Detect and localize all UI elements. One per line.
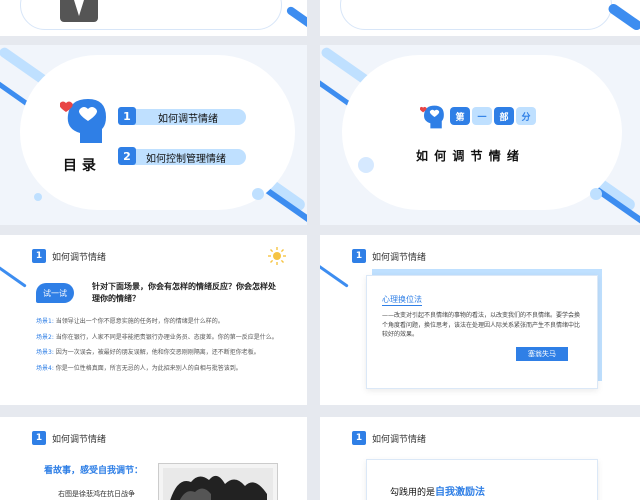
decor-stripe bbox=[0, 262, 27, 288]
part-badge-char: 第 bbox=[450, 107, 470, 125]
slide-top-left[interactable] bbox=[0, 0, 307, 36]
slide-header: 1 如何调节情绪 bbox=[32, 431, 106, 445]
part-badge-char: 分 bbox=[516, 107, 536, 125]
toc-item-2[interactable]: 2 如何控制管理情绪 bbox=[118, 147, 246, 167]
psych-body: ——改变对引起不良情绪的事物的看法，以改变我们的不良情绪。要学会换个角度看问题，… bbox=[382, 312, 581, 339]
header-label: 如何调节情绪 bbox=[372, 434, 427, 445]
decor-dot bbox=[34, 193, 42, 201]
psych-tag: 塞翁失马 bbox=[516, 347, 568, 361]
toc-item-1[interactable]: 1 如何调节情绪 bbox=[118, 107, 246, 127]
story-text: 右图是徐悲鸿在抗日战争 bbox=[58, 490, 135, 498]
sun-icon bbox=[268, 247, 286, 265]
slide-top-right-frame bbox=[340, 0, 612, 30]
slide-header: 1 如何调节情绪 bbox=[352, 249, 426, 263]
incentive-highlight: 自我激励法 bbox=[435, 487, 486, 498]
head-heart-icon bbox=[419, 103, 448, 131]
decor-dot bbox=[358, 157, 374, 173]
header-label: 如何调节情绪 bbox=[52, 252, 107, 263]
decor-dot bbox=[252, 188, 264, 200]
psych-subtitle: 心理换位法 bbox=[382, 295, 422, 306]
toc-title: 目 录 bbox=[63, 158, 96, 174]
decor-stripe bbox=[285, 5, 307, 35]
part-title: 如 何 调 节 情 绪 bbox=[416, 149, 520, 163]
decor-stripe bbox=[606, 2, 640, 32]
scenario-question: 针对下面场景，你会有怎样的情绪反应？你会怎样处理你的情绪？ bbox=[92, 282, 276, 303]
scene-item: 场景2: 当你在银行，人家不同是非能把责银行办理业务员、态度差。你的第一反应是什… bbox=[36, 333, 278, 341]
slide-psych[interactable]: 1 如何调节情绪 心理换位法 ——改变对引起不良情绪的事物的看法，以改变我们的不… bbox=[320, 235, 640, 405]
header-num: 1 bbox=[32, 431, 46, 445]
slide-part[interactable]: 第 一 部 分 如 何 调 节 情 绪 bbox=[320, 45, 640, 225]
story-heading: 看故事，感受自我调节： bbox=[44, 466, 144, 476]
toc-item-2-label: 如何控制管理情绪 bbox=[146, 154, 226, 165]
part-badge-char: 部 bbox=[494, 107, 514, 125]
decor-stripe bbox=[320, 262, 349, 288]
part-badge: 第 一 部 分 bbox=[450, 107, 536, 125]
header-num: 1 bbox=[352, 431, 366, 445]
header-num: 1 bbox=[32, 249, 46, 263]
header-label: 如何调节情绪 bbox=[372, 252, 427, 263]
toc-item-2-num: 2 bbox=[118, 147, 136, 165]
try-badge: 试一试 bbox=[36, 283, 74, 303]
slide-scenario[interactable]: 1 如何调节情绪 试一试 针对下面场景，你会有怎样的情绪反应？你会怎样处理你的情… bbox=[0, 235, 307, 405]
part-badge-char: 一 bbox=[472, 107, 492, 125]
scene-item: 场景3: 因为一次误会，被最好的朋友误解，他和你交恶刚刚隔离，还不断拒你老板。 bbox=[36, 349, 260, 357]
slide-top-right[interactable] bbox=[320, 0, 640, 36]
slide-incentive[interactable]: 1 如何调节情绪 勾践用的是自我激励法 bbox=[320, 417, 640, 500]
slide-header: 1 如何调节情绪 bbox=[32, 249, 106, 263]
header-num: 1 bbox=[352, 249, 366, 263]
toc-item-1-label: 如何调节情绪 bbox=[158, 114, 218, 125]
horse-painting-image bbox=[158, 463, 278, 500]
header-label: 如何调节情绪 bbox=[52, 434, 107, 445]
slide-toc[interactable]: 目 录 1 如何调节情绪 2 如何控制管理情绪 bbox=[0, 45, 307, 225]
incentive-line: 勾践用的是自我激励法 bbox=[390, 483, 485, 498]
toc-item-1-num: 1 bbox=[118, 107, 136, 125]
head-heart-icon bbox=[59, 95, 114, 147]
slide-header: 1 如何调节情绪 bbox=[352, 431, 426, 445]
part-panel bbox=[342, 55, 622, 210]
slide-story[interactable]: 1 如何调节情绪 看故事，感受自我调节： 右图是徐悲鸿在抗日战争 bbox=[0, 417, 307, 500]
incentive-prefix: 勾践用的是 bbox=[390, 488, 436, 498]
scene-item: 场景1: 当领导让出一个你不愿意实施的任务时，你的情绪是什么样的。 bbox=[36, 318, 224, 325]
decor-dot bbox=[590, 188, 602, 200]
scene-item: 场景4: 你是一位性格真面，所言无忌的人，为此招来别人的自相与批答该到。 bbox=[36, 364, 242, 372]
scene-list: 场景1: 当领导让出一个你不愿意实施的任务时，你的情绪是什么样的。 场景2: 当… bbox=[36, 317, 286, 373]
